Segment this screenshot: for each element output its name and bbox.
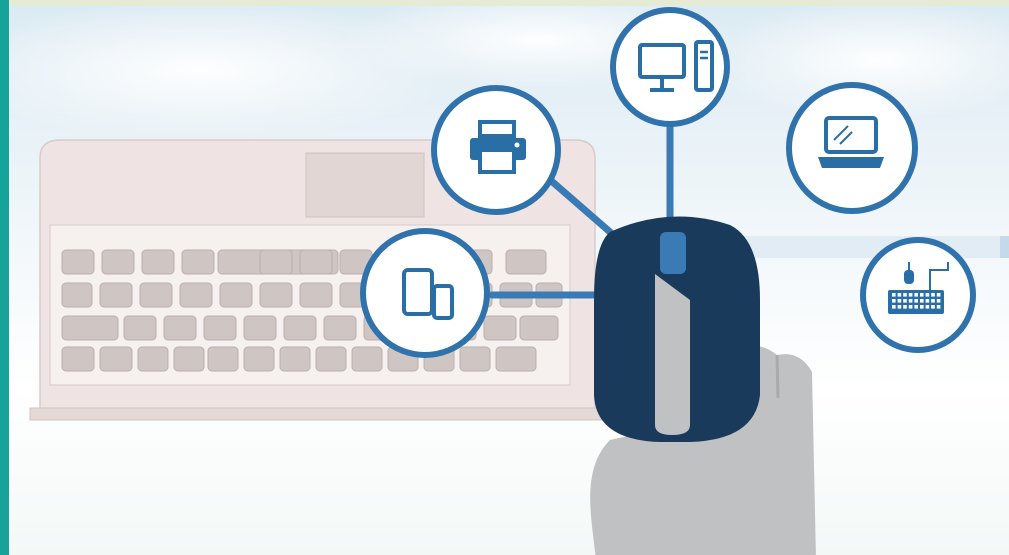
- keyboard-icon-key: [892, 293, 896, 297]
- keyboard-icon-key: [936, 299, 941, 303]
- keyboard-icon-key: [892, 305, 896, 309]
- keyboard-icon-key: [925, 305, 930, 309]
- keyboard-icon-key: [925, 293, 930, 297]
- device-circle-tablet-phone: [360, 228, 490, 358]
- keyboard-icon-key: [931, 293, 935, 297]
- laptop-key: [279, 346, 311, 372]
- laptop-key: [299, 282, 333, 308]
- laptop-key: [163, 315, 197, 341]
- keyboard-icon-key: [897, 299, 902, 303]
- laptop-key: [323, 315, 357, 341]
- keyboard-icon-key: [931, 305, 935, 309]
- mouse-wheel: [660, 232, 686, 274]
- touchpad: [305, 152, 425, 218]
- laptop-key: [179, 282, 213, 308]
- keyboard-icon-key: [903, 293, 907, 297]
- laptop-key: [243, 315, 277, 341]
- laptop-key: [123, 315, 157, 341]
- device-circle-printer: [431, 85, 561, 215]
- keyboard-icon-key: [908, 305, 913, 309]
- laptop-key: [61, 315, 119, 341]
- laptop-key: [139, 282, 173, 308]
- laptop-key: [181, 249, 215, 275]
- keyboard-icon-key: [914, 305, 918, 309]
- laptop-key: [99, 346, 133, 372]
- laptop-key: [203, 315, 237, 341]
- laptop-key: [505, 249, 547, 275]
- laptop-key: [141, 249, 175, 275]
- mouse-illustration: [594, 216, 760, 442]
- top-border: [0, 0, 1009, 6]
- laptop-key: [483, 315, 517, 341]
- laptop-key: [299, 249, 333, 275]
- device-connectivity-scene: [0, 0, 1009, 555]
- keyboard-icon-key: [897, 293, 902, 297]
- keyboard-icon-key: [936, 305, 941, 309]
- laptop-key: [259, 282, 293, 308]
- keyboard-icon-key: [892, 299, 896, 303]
- keyboard-icon-key: [920, 299, 924, 303]
- illustration: [0, 0, 1009, 555]
- keyboard-icon-key: [936, 293, 941, 297]
- device-circle-keyboard-mouse: [860, 237, 976, 353]
- laptop-key: [219, 282, 253, 308]
- keyboard-icon-key: [914, 299, 918, 303]
- keyboard-icon-key: [908, 299, 913, 303]
- laptop-key: [101, 249, 135, 275]
- keyboard-icon-key: [903, 299, 907, 303]
- device-circle-laptop: [786, 82, 918, 214]
- keyboard-icon-key: [914, 293, 918, 297]
- keyboard-icon-key: [920, 293, 924, 297]
- laptop-key: [173, 346, 205, 372]
- laptop-key: [61, 282, 93, 308]
- laptop-key: [259, 249, 293, 275]
- laptop-key: [61, 346, 95, 372]
- device-circle-desktop: [610, 7, 730, 127]
- keyboard-icon-key: [925, 299, 930, 303]
- laptop-key: [137, 346, 169, 372]
- keyboard-icon-key: [920, 305, 924, 309]
- keyboard-icon-key: [903, 305, 907, 309]
- laptop-key: [351, 346, 383, 372]
- keyboard-icon-key: [897, 305, 902, 309]
- keyboard-icon-key: [931, 299, 935, 303]
- laptop-key: [495, 346, 537, 372]
- laptop-key: [207, 346, 239, 372]
- laptop-key: [61, 249, 95, 275]
- laptop-key: [283, 315, 317, 341]
- laptop-key: [243, 346, 275, 372]
- laptop-key: [519, 315, 559, 341]
- laptop-key: [315, 346, 347, 372]
- laptop-key: [99, 282, 133, 308]
- connector-strip-end: [1000, 236, 1009, 258]
- left-accent-bar: [0, 0, 9, 555]
- keyboard-icon-key: [908, 293, 913, 297]
- laptop-key: [459, 346, 491, 372]
